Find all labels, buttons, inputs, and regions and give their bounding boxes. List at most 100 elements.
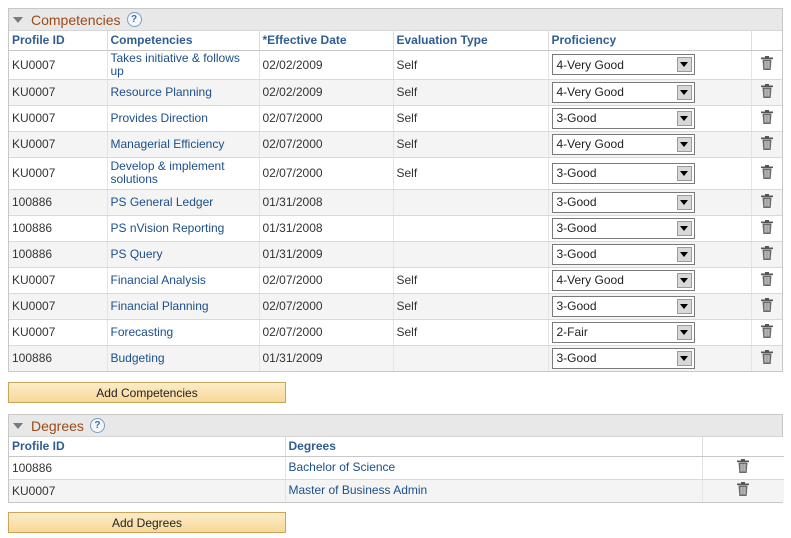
table-row: KU0007 Takes initiative & follows up 02/02… [9, 50, 782, 80]
delete-cell [751, 189, 782, 216]
competency-link[interactable]: Resource Planning [111, 85, 256, 99]
help-icon[interactable]: ? [89, 418, 105, 433]
dropdown-arrow-icon[interactable] [676, 165, 692, 181]
degree-link[interactable]: Bachelor of Science [289, 461, 699, 474]
table-row: 100886 PS Query 01/31/2009 3-Good [9, 241, 782, 268]
degree-link[interactable]: Master of Business Admin [289, 484, 699, 497]
proficiency-select[interactable]: 2-Fair [551, 321, 695, 343]
trash-icon[interactable] [737, 459, 750, 473]
column-header-delete [702, 437, 784, 457]
column-header-evaluation-type[interactable]: Evaluation Type [393, 31, 549, 51]
profile-id-cell: KU0007 [9, 50, 108, 80]
dropdown-arrow-icon[interactable] [676, 246, 692, 262]
column-header-delete [751, 31, 782, 51]
competency-link[interactable]: Provides Direction [111, 111, 256, 125]
dropdown-arrow-icon[interactable] [676, 136, 692, 152]
proficiency-cell: 4-Very Good [548, 79, 752, 106]
competency-link[interactable]: PS nVision Reporting [111, 221, 256, 235]
collapse-triangle-icon[interactable] [13, 17, 23, 23]
delete-cell [751, 105, 782, 132]
competencies-header[interactable]: Competencies ? [9, 9, 782, 31]
dropdown-arrow-icon[interactable] [676, 272, 692, 288]
delete-cell [751, 267, 782, 294]
proficiency-select[interactable]: 4-Very Good [551, 269, 695, 291]
dropdown-arrow-icon[interactable] [676, 84, 692, 100]
proficiency-value: 4-Very Good [556, 57, 624, 72]
trash-icon[interactable] [760, 83, 773, 98]
trash-icon[interactable] [760, 193, 773, 208]
competency-link[interactable]: Develop & implement solutions [111, 160, 256, 186]
proficiency-cell: 4-Very Good [548, 131, 752, 158]
dropdown-arrow-icon[interactable] [676, 298, 692, 314]
competency-link[interactable]: Financial Planning [111, 299, 256, 313]
trash-icon[interactable] [760, 245, 773, 260]
trash-icon[interactable] [760, 56, 773, 70]
trash-icon[interactable] [737, 482, 750, 497]
proficiency-select[interactable]: 3-Good [551, 295, 695, 317]
proficiency-select[interactable]: 4-Very Good [551, 81, 695, 103]
proficiency-value: 3-Good [556, 111, 597, 125]
proficiency-value: 4-Very Good [556, 273, 624, 287]
proficiency-select[interactable]: 3-Good [551, 217, 695, 239]
table-row: 100886 Bachelor of Science [9, 456, 784, 480]
column-header-effective-date[interactable]: *Effective Date [259, 31, 394, 51]
degree-cell: Master of Business Admin [285, 479, 703, 502]
proficiency-select[interactable]: 3-Good [551, 191, 695, 213]
dropdown-arrow-icon[interactable] [676, 220, 692, 236]
trash-icon[interactable] [760, 297, 773, 312]
degrees-title: Degrees [31, 417, 84, 434]
effective-date-cell: 02/02/2009 [259, 50, 394, 80]
profile-id-cell: KU0007 [9, 79, 108, 106]
trash-icon[interactable] [760, 271, 773, 286]
profile-id-cell: KU0007 [9, 479, 286, 502]
competency-link[interactable]: Budgeting [111, 351, 256, 365]
column-header-profile-id[interactable]: Profile ID [9, 31, 108, 51]
proficiency-select[interactable]: 4-Very Good [551, 133, 695, 155]
dropdown-arrow-icon[interactable] [676, 194, 692, 210]
dropdown-arrow-icon[interactable] [676, 110, 692, 126]
profile-id-cell: KU0007 [9, 319, 108, 346]
delete-cell [702, 479, 784, 502]
add-competencies-button[interactable]: Add Competencies [8, 382, 286, 403]
degree-cell: Bachelor of Science [285, 456, 703, 480]
column-header-degrees[interactable]: Degrees [285, 437, 703, 457]
column-header-competencies[interactable]: Competencies [107, 31, 260, 51]
competency-cell: Financial Planning [107, 293, 260, 320]
competency-link[interactable]: Managerial Efficiency [111, 137, 256, 151]
degrees-header[interactable]: Degrees ? [9, 415, 782, 437]
collapse-triangle-icon[interactable] [13, 423, 23, 429]
column-header-profile-id[interactable]: Profile ID [9, 437, 286, 457]
evaluation-type-cell [393, 189, 549, 216]
profile-id-cell: KU0007 [9, 157, 108, 190]
add-degrees-button[interactable]: Add Degrees [8, 512, 286, 533]
dropdown-arrow-icon[interactable] [676, 57, 692, 72]
degrees-table: Profile ID Degrees 100886 Bachelor of Sci… [9, 437, 784, 502]
competency-link[interactable]: Financial Analysis [111, 273, 256, 287]
trash-icon[interactable] [760, 323, 773, 338]
trash-icon[interactable] [760, 219, 773, 234]
trash-icon[interactable] [760, 164, 773, 179]
effective-date-cell: 01/31/2009 [259, 345, 394, 371]
proficiency-select[interactable]: 3-Good [551, 243, 695, 265]
dropdown-arrow-icon[interactable] [676, 350, 692, 366]
proficiency-select[interactable]: 4-Very Good [551, 54, 695, 75]
proficiency-select[interactable]: 3-Good [551, 347, 695, 369]
proficiency-select[interactable]: 3-Good [551, 107, 695, 129]
trash-icon[interactable] [760, 109, 773, 124]
table-row: 100886 Budgeting 01/31/2009 3-Good [9, 345, 782, 371]
dropdown-arrow-icon[interactable] [676, 324, 692, 340]
competency-link[interactable]: Takes initiative & follows up [111, 51, 256, 78]
competency-link[interactable]: PS General Ledger [111, 195, 256, 209]
competency-link[interactable]: Forecasting [111, 325, 256, 339]
delete-cell [751, 319, 782, 346]
proficiency-value: 3-Good [556, 299, 597, 313]
column-header-proficiency[interactable]: Proficiency [548, 31, 752, 51]
effective-date-cell: 02/02/2009 [259, 79, 394, 106]
trash-icon[interactable] [760, 349, 773, 364]
competency-link[interactable]: PS Query [111, 247, 256, 261]
competencies-table: Profile ID Competencies *Effective Date … [9, 31, 782, 371]
help-icon[interactable]: ? [126, 12, 142, 27]
trash-icon[interactable] [760, 135, 773, 150]
proficiency-select[interactable]: 3-Good [551, 162, 695, 184]
profile-id-cell: 100886 [9, 345, 108, 371]
